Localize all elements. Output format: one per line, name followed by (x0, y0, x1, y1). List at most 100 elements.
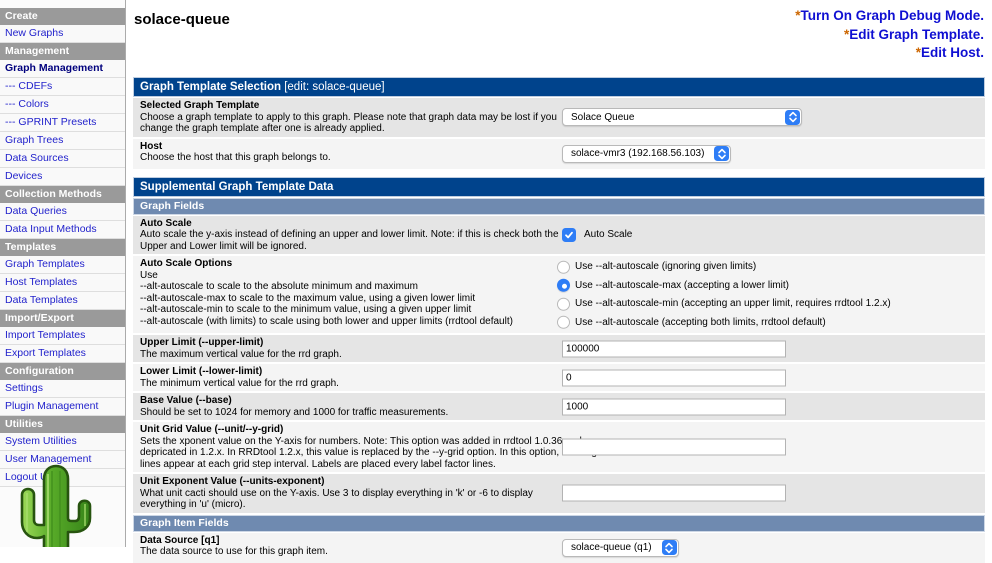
top-link-edit-graph-template[interactable]: *Edit Graph Template. (795, 26, 984, 45)
field-control (562, 398, 786, 415)
sidebar-item-cdefs[interactable]: --- CDEFs (0, 78, 125, 96)
header-action-links: *Turn On Graph Debug Mode.*Edit Graph Te… (795, 7, 984, 63)
sidebar-item-graph-management[interactable]: Graph Management (0, 60, 125, 78)
form-row-unit-exponent-value: Unit Exponent Value (--units-exponent)Wh… (133, 474, 985, 513)
field-text: Lower Limit (--lower-limit)The minimum v… (140, 366, 560, 389)
field-description: The minimum vertical value for the rrd g… (140, 378, 560, 390)
radio-icon[interactable] (557, 297, 570, 310)
section-header-title: Graph Template Selection (140, 81, 281, 93)
sidebar-item-colors[interactable]: --- Colors (0, 96, 125, 114)
sidebar-item-data-sources[interactable]: Data Sources (0, 150, 125, 168)
field-description: Choose a graph template to apply to this… (140, 112, 560, 135)
sidebar-item-data-queries[interactable]: Data Queries (0, 203, 125, 221)
sidebar-item-graph-trees[interactable]: Graph Trees (0, 132, 125, 150)
auto-scale-checkbox[interactable] (562, 228, 576, 242)
sidebar-header-utilities: Utilities (0, 416, 125, 433)
form-row-auto-scale-options: Auto Scale OptionsUse--alt-autoscale to … (133, 256, 985, 333)
base-value-input[interactable] (562, 398, 786, 415)
field-title: Data Source [q1] (140, 535, 560, 547)
field-description-line: --alt-autoscale (with limits) to scale u… (140, 316, 560, 328)
sidebar-item-host-templates[interactable]: Host Templates (0, 274, 125, 292)
data-source-q1-select[interactable]: solace-queue (q1) (562, 539, 679, 557)
field-description: The data source to use for this graph it… (140, 546, 560, 558)
field-description: Sets the xponent value on the Y-axis for… (140, 436, 622, 471)
field-text: Selected Graph TemplateChoose a graph te… (140, 100, 560, 135)
section-header: Graph Template Selection [edit: solace-q… (133, 77, 985, 97)
radio-icon[interactable] (557, 316, 570, 329)
sidebar-header-templates: Templates (0, 239, 125, 256)
top-link-turn-on-graph-debug-mode[interactable]: *Turn On Graph Debug Mode. (795, 7, 984, 26)
radio-icon[interactable] (557, 260, 570, 273)
radio-label: Use --alt-autoscale (accepting both limi… (575, 317, 826, 329)
field-title: Selected Graph Template (140, 100, 560, 112)
field-title: Auto Scale Options (140, 258, 560, 270)
field-title: Host (140, 141, 560, 153)
sidebar-item-plugin-management[interactable]: Plugin Management (0, 398, 125, 416)
selected-graph-template-select[interactable]: Solace Queue (562, 108, 802, 126)
form-row-auto-scale: Auto Scale Auto scale the y-axis instead … (133, 216, 985, 255)
auto-scale-options-radio-option-3[interactable]: Use --alt-autoscale (accepting both limi… (557, 316, 891, 329)
cactus-logo (12, 462, 100, 547)
updown-chevrons-icon (785, 110, 800, 125)
sidebar-header-configuration: Configuration (0, 363, 125, 380)
form-row-data-source-q1: Data Source [q1]The data source to use f… (133, 533, 985, 563)
unit-grid-value-input[interactable] (562, 439, 786, 456)
subsection-header-graph-item-fields: Graph Item Fields (133, 515, 985, 532)
sidebar-item-graph-templates[interactable]: Graph Templates (0, 256, 125, 274)
sidebar-item-data-templates[interactable]: Data Templates (0, 292, 125, 310)
sidebar: CreateNew GraphsManagementGraph Manageme… (0, 0, 126, 547)
form-row-upper-limit: Upper Limit (--upper-limit)The maximum v… (133, 335, 985, 362)
auto-scale-checkbox-field: Auto Scale (562, 228, 632, 242)
sidebar-item-import-templates[interactable]: Import Templates (0, 327, 125, 345)
field-description: Auto scale the y-axis instead of definin… (140, 229, 560, 252)
sidebar-item-devices[interactable]: Devices (0, 168, 125, 186)
sidebar-item-system-utilities[interactable]: System Utilities (0, 433, 125, 451)
sidebar-item-new-graphs[interactable]: New Graphs (0, 25, 125, 43)
field-text: Data Source [q1]The data source to use f… (140, 535, 560, 558)
auto-scale-options-radio-option-1[interactable]: Use --alt-autoscale-max (accepting a low… (557, 279, 891, 292)
form-row-lower-limit: Lower Limit (--lower-limit)The minimum v… (133, 364, 985, 391)
field-control: Use --alt-autoscale (ignoring given limi… (557, 260, 891, 329)
field-title: Unit Grid Value (--unit/--y-grid) (140, 424, 622, 436)
section-header-title: Supplemental Graph Template Data (140, 181, 333, 193)
field-control (562, 485, 786, 502)
top-link-label: Edit Host. (921, 45, 984, 60)
sidebar-item-data-input-methods[interactable]: Data Input Methods (0, 221, 125, 239)
field-description-line: --alt-autoscale-min to scale to the mini… (140, 304, 560, 316)
checkmark-icon (564, 230, 574, 240)
section-header-suffix: [edit: solace-queue] (281, 81, 385, 93)
field-description: The maximum vertical value for the rrd g… (140, 349, 560, 361)
field-title: Lower Limit (--lower-limit) (140, 366, 560, 378)
radio-selected-icon[interactable] (557, 279, 570, 292)
unit-exponent-value-input[interactable] (562, 485, 786, 502)
field-control: solace-queue (q1) (562, 539, 679, 557)
top-link-label: Edit Graph Template. (849, 27, 984, 42)
checkbox-label: Auto Scale (584, 229, 632, 241)
supplemental-graph-template-data-table: Supplemental Graph Template DataGraph Fi… (133, 177, 985, 563)
upper-limit-input[interactable] (562, 340, 786, 357)
sidebar-item-settings[interactable]: Settings (0, 380, 125, 398)
main-content: *Turn On Graph Debug Mode.*Edit Graph Te… (126, 0, 992, 547)
radio-label: Use --alt-autoscale-max (accepting a low… (575, 280, 789, 292)
host-select[interactable]: solace-vmr3 (192.168.56.103) (562, 145, 731, 163)
section-header: Supplemental Graph Template Data (133, 177, 985, 197)
field-title: Upper Limit (--upper-limit) (140, 337, 560, 349)
updown-chevrons-icon (662, 540, 677, 555)
field-text: Unit Exponent Value (--units-exponent)Wh… (140, 476, 560, 511)
graph-template-selection-table: Graph Template Selection [edit: solace-q… (133, 77, 985, 169)
sidebar-item-export-templates[interactable]: Export Templates (0, 345, 125, 363)
lower-limit-input[interactable] (562, 369, 786, 386)
field-title: Unit Exponent Value (--units-exponent) (140, 476, 560, 488)
field-text: Upper Limit (--upper-limit)The maximum v… (140, 337, 560, 360)
form-row-base-value: Base Value (--base)Should be set to 1024… (133, 393, 985, 420)
field-description: Should be set to 1024 for memory and 100… (140, 407, 560, 419)
sidebar-item-gprint-presets[interactable]: --- GPRINT Presets (0, 114, 125, 132)
field-text: Auto Scale OptionsUse--alt-autoscale to … (140, 258, 560, 327)
cacti-app: CreateNew GraphsManagementGraph Manageme… (0, 0, 992, 547)
auto-scale-options-radio-option-2[interactable]: Use --alt-autoscale-min (accepting an up… (557, 297, 891, 310)
auto-scale-options-radio-option-0[interactable]: Use --alt-autoscale (ignoring given limi… (557, 260, 891, 273)
sidebar-header-import-export: Import/Export (0, 310, 125, 327)
top-link-edit-host[interactable]: *Edit Host. (795, 44, 984, 63)
field-text: Base Value (--base)Should be set to 1024… (140, 395, 560, 418)
sidebar-header-collection-methods: Collection Methods (0, 186, 125, 203)
